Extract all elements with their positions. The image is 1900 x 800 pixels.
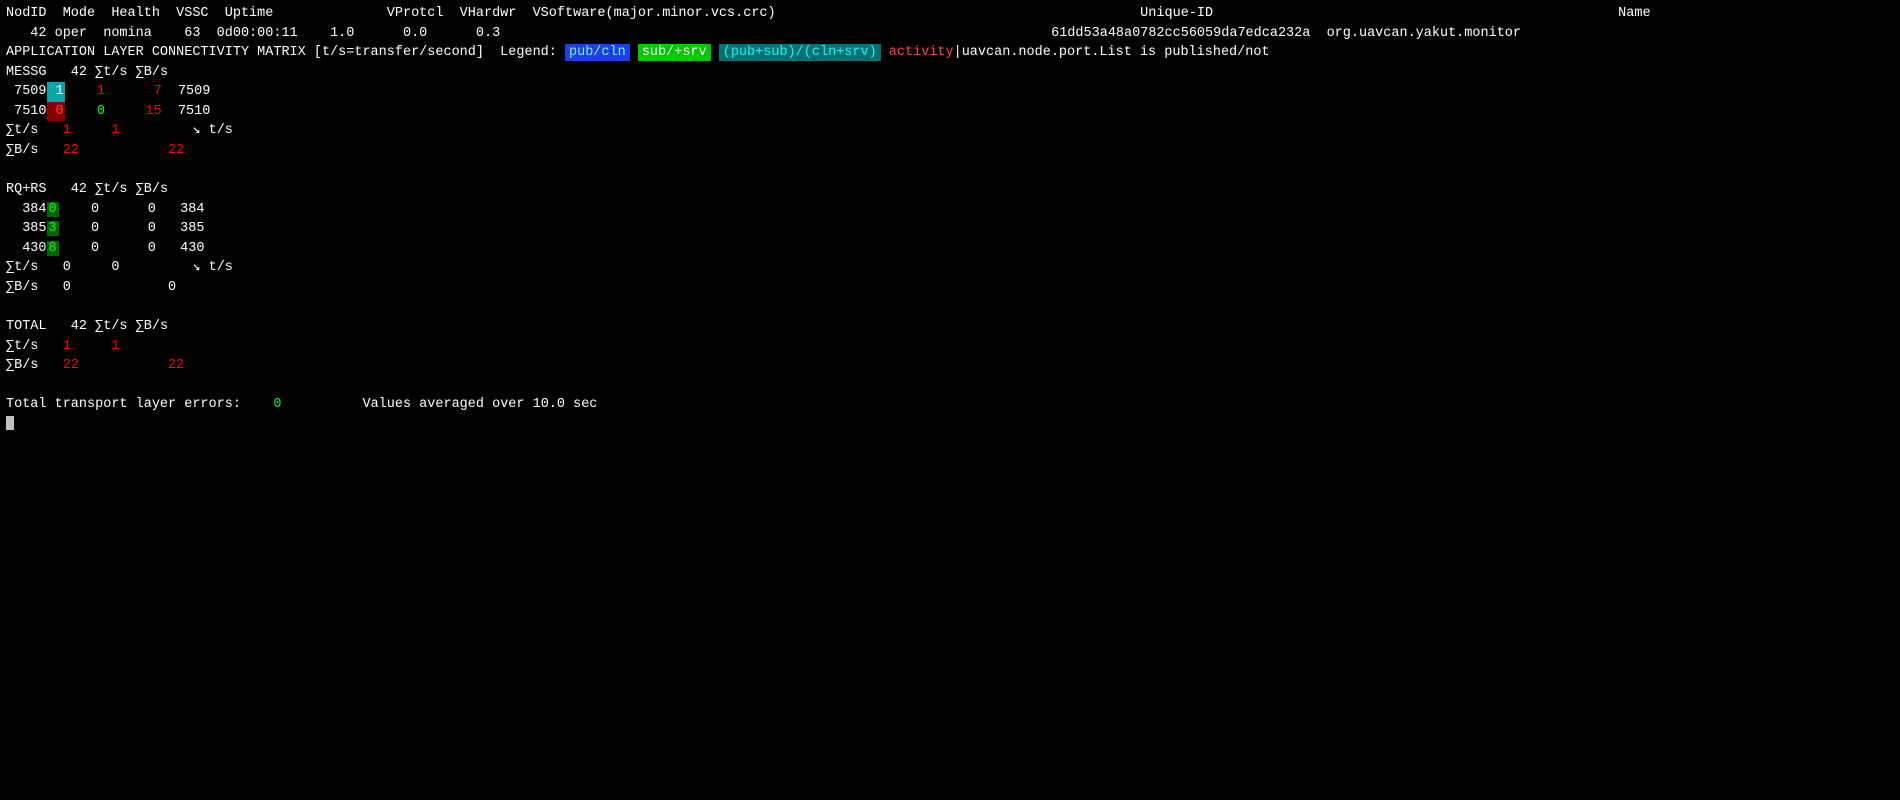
badge-430: 8 <box>47 241 59 256</box>
legend-pub-sub: (pub+sub)/(cln+srv) <box>719 44 881 61</box>
rqrs-sum-ts-label: ∑t/s <box>95 182 136 197</box>
badge-7509: 1 <box>47 82 65 102</box>
terminal-cursor <box>6 416 14 430</box>
blank-2 <box>6 297 1894 317</box>
node-id: 42 <box>6 26 55 41</box>
total-sum-bs-label: ∑B/s <box>136 319 168 334</box>
column-headers: NodID Mode Health VSSC Uptime VProtcl VH… <box>6 4 1894 24</box>
node-data-row: 42 oper nomina 63 0d00:00:11 1.0 0.0 0.3… <box>6 24 1894 44</box>
col2-7510: 0 <box>97 104 105 119</box>
node-vsoftware: 0.3 <box>476 26 1051 41</box>
col3-384: 0 <box>148 202 156 217</box>
total-bs-val1: 22 <box>63 358 79 373</box>
messg-bs-val1: 22 <box>63 143 79 158</box>
app-layer-header: APPLICATION LAYER CONNECTIVITY MATRIX [t… <box>6 43 1894 63</box>
legend-pub-cln: pub/cln <box>565 44 630 61</box>
col3-7510: 15 <box>146 104 162 119</box>
total-label-row: TOTAL 42 ∑t/s ∑B/s <box>6 317 1894 337</box>
messg-label: MESSG <box>6 65 55 80</box>
rqrs-row-430: 4308 0 0 430 <box>6 239 1894 259</box>
total-sum-bs-row: ∑B/s 22 22 <box>6 356 1894 376</box>
badge-385: 3 <box>47 221 59 236</box>
col2-430: 0 <box>91 241 99 256</box>
node-vssc: 63 <box>168 26 217 41</box>
blank-1 <box>6 161 1894 181</box>
rqrs-ts-val1: 0 <box>63 260 71 275</box>
cursor-row <box>6 415 1894 435</box>
col2-384: 0 <box>91 202 99 217</box>
total-ts-val1: 1 <box>63 339 71 354</box>
footer-errors-row: Total transport layer errors: 0 Values a… <box>6 395 1894 415</box>
node-vprotcl: 1.0 <box>330 26 403 41</box>
total-ts-val2: 1 <box>111 339 119 354</box>
node-mode: oper <box>55 26 104 41</box>
total-bs-val3: 22 <box>168 358 184 373</box>
legend-sub-srv: sub/+srv <box>638 44 711 61</box>
messg-row-7509: 7509 1 1 7 7509 <box>6 82 1894 102</box>
col3-385: 0 <box>148 221 156 236</box>
rqrs-bs-val3: 0 <box>168 280 176 295</box>
app-layer-title: APPLICATION LAYER CONNECTIVITY MATRIX [t… <box>6 45 565 60</box>
messg-ts-val1: 1 <box>63 123 71 138</box>
total-sum-ts-label: ∑t/s <box>95 319 136 334</box>
rqrs-bs-val1: 0 <box>63 280 71 295</box>
col3-7509: 7 <box>154 84 162 99</box>
messg-bs-val3: 22 <box>168 143 184 158</box>
messg-sum-ts-row: ∑t/s 1 1 ↘ t/s <box>6 121 1894 141</box>
blank-3 <box>6 376 1894 396</box>
errors-label: Total transport layer errors: <box>6 397 273 412</box>
legend-activity: activity <box>889 44 954 61</box>
rqrs-row-384: 3840 0 0 384 <box>6 200 1894 220</box>
rqrs-sum-bs-label: ∑B/s <box>136 182 168 197</box>
rqrs-sum-ts-row: ∑t/s 0 0 ↘ t/s <box>6 258 1894 278</box>
rqrs-label-row: RQ+RS 42 ∑t/s ∑B/s <box>6 180 1894 200</box>
total-sum-ts-row: ∑t/s 1 1 <box>6 337 1894 357</box>
rqrs-sum-bs-row: ∑B/s 0 0 <box>6 278 1894 298</box>
rqrs-label: RQ+RS <box>6 182 55 197</box>
node-unique-id: 61dd53a48a0782cc56059da7edca232a <box>1051 26 1326 41</box>
rqrs-row-385: 3853 0 0 385 <box>6 219 1894 239</box>
total-label: TOTAL <box>6 319 55 334</box>
col3-430: 0 <box>148 241 156 256</box>
messg-sum-ts-label: ∑t/s <box>95 65 136 80</box>
rqrs-node-id: 42 <box>55 182 96 197</box>
badge-7510: 0 <box>47 102 65 122</box>
node-vhardwr: 0.0 <box>403 26 476 41</box>
total-node-id: 42 <box>55 319 96 334</box>
messg-sum-bs-label: ∑B/s <box>136 65 168 80</box>
messg-label-row: MESSG 42 ∑t/s ∑B/s <box>6 63 1894 83</box>
messg-node-id: 42 <box>55 65 96 80</box>
node-uptime: 0d00:00:11 <box>217 26 330 41</box>
node-health: nomina <box>103 26 168 41</box>
col2-385: 0 <box>91 221 99 236</box>
messg-sum-bs-row: ∑B/s 22 22 <box>6 141 1894 161</box>
node-name: org.uavcan.yakut.monitor <box>1327 26 1521 41</box>
badge-384: 0 <box>47 202 59 217</box>
messg-row-7510: 7510 0 0 15 7510 <box>6 102 1894 122</box>
col2-7509: 1 <box>97 84 105 99</box>
